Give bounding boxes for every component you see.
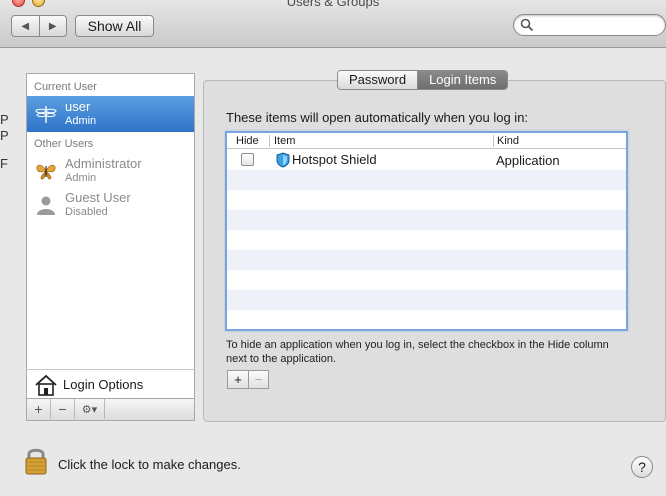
empty-row [227,230,626,250]
empty-row [227,310,626,329]
tab-login-items[interactable]: Login Items [417,71,508,89]
gear-icon[interactable]: ⚙▾ [75,399,105,419]
column-separator [493,135,494,147]
tab-password[interactable]: Password [338,71,418,89]
back-forward-control: ◀ ▶ [11,15,67,37]
search-field[interactable] [513,14,666,36]
background-window-text: P [0,112,9,127]
empty-row [227,170,626,190]
lock-message: Click the lock to make changes. [58,457,241,472]
hide-checkbox[interactable] [241,153,254,166]
empty-row [227,210,626,230]
search-icon [520,18,534,32]
user-role: Admin [65,115,97,127]
empty-row [227,250,626,270]
table-header: Hide Item Kind [227,133,626,149]
user-row-guest[interactable]: Guest User Disabled [27,187,194,223]
item-kind: Application [496,153,560,168]
remove-login-item-button[interactable]: − [248,371,268,388]
dragonfly-avatar-icon [35,102,57,126]
back-icon[interactable]: ◀ [12,16,39,36]
panel-heading: These items will open automatically when… [226,110,529,125]
other-users-header: Other Users [34,138,94,150]
butterfly-avatar-icon [35,159,57,183]
login-items-add-remove: + − [227,370,269,389]
forward-icon[interactable]: ▶ [38,16,67,36]
guest-silhouette-icon [35,193,57,217]
help-button[interactable]: ? [631,456,653,478]
empty-row [227,290,626,310]
lock-icon[interactable] [24,445,48,475]
window-title: Users & Groups [286,0,380,9]
search-input[interactable] [536,17,661,33]
user-list-toolbar: + − ⚙▾ [26,399,195,421]
window-toolbar: Users & Groups ◀ ▶ Show All [0,0,666,48]
user-row-administrator[interactable]: Administrator Admin [27,153,194,189]
login-options-label: Login Options [63,377,144,392]
show-all-button[interactable]: Show All [75,15,154,37]
user-name: Administrator [65,156,142,171]
house-icon [35,374,57,396]
current-user-header: Current User [34,81,97,93]
empty-row [227,190,626,210]
empty-row [227,270,626,290]
item-name: Hotspot Shield [292,152,377,167]
user-list: Current User user Admin Other Users Admi… [26,73,195,370]
background-window-text: F [0,156,8,171]
login-options-item[interactable]: Login Options [26,369,195,399]
remove-user-button[interactable]: − [51,399,75,419]
hotspot-shield-icon [276,152,290,168]
background-window-text: P [0,128,9,143]
user-role: Admin [65,172,97,184]
tab-bar: Password Login Items [337,70,509,90]
user-row-current[interactable]: user Admin [27,96,194,132]
column-header-item[interactable]: Item [274,135,295,147]
add-login-item-button[interactable]: + [228,371,248,388]
column-separator [269,135,270,147]
user-name: Guest User [65,190,131,205]
table-row[interactable]: Hotspot Shield Application [227,150,626,170]
user-name: user [65,99,91,114]
login-items-table[interactable]: Hide Item Kind Hotspot Shield Applicatio… [225,131,628,331]
hide-hint-text: To hide an application when you log in, … [226,339,609,365]
column-header-hide[interactable]: Hide [236,135,259,147]
column-header-kind[interactable]: Kind [497,135,519,147]
user-role: Disabled [65,206,108,218]
add-user-button[interactable]: + [27,399,51,419]
